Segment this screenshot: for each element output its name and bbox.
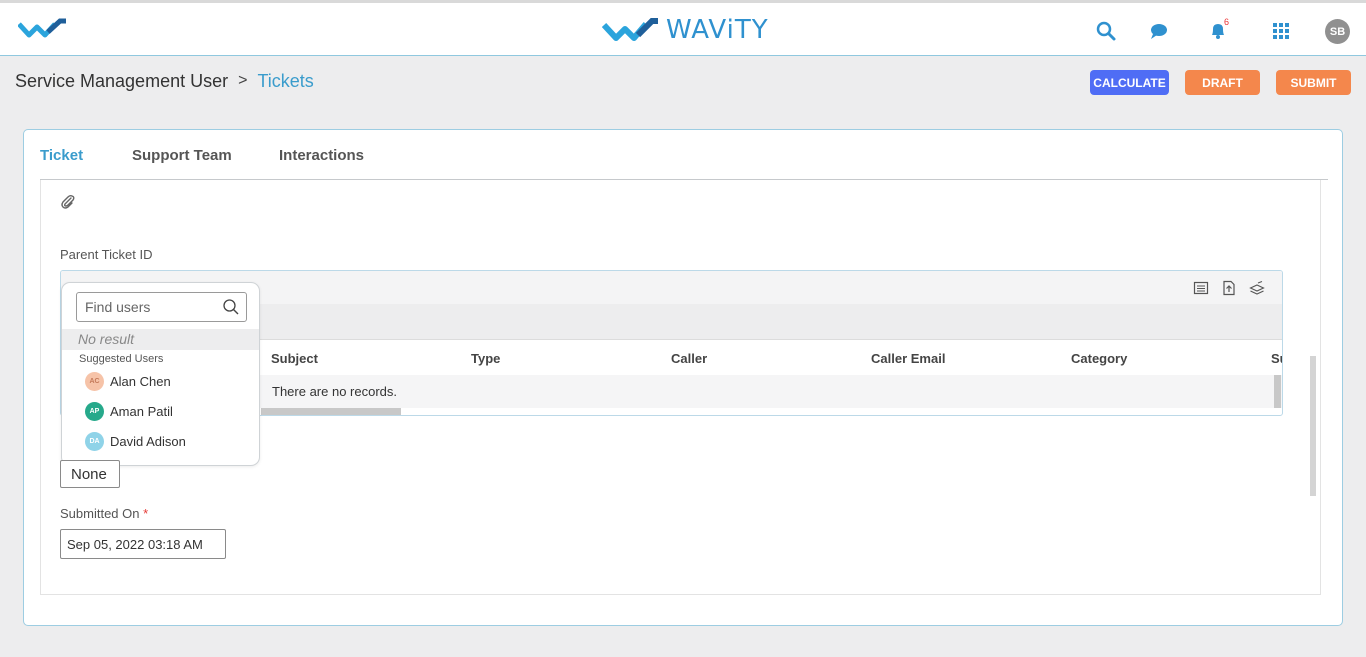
required-marker: * [143, 506, 149, 521]
column-caller-email[interactable]: Caller Email [871, 351, 945, 366]
wavity-logo-icon[interactable] [18, 18, 68, 40]
submitted-on-field[interactable]: Sep 05, 2022 03:18 AM [60, 529, 226, 559]
submit-button[interactable]: SUBMIT [1276, 70, 1351, 95]
notification-count: 6 [1224, 17, 1230, 27]
paperclip-icon[interactable] [60, 194, 76, 210]
breadcrumb: Service Management User > Tickets [15, 71, 314, 92]
user-option-alan-chen[interactable]: AC Alan Chen [85, 372, 171, 391]
apps-grid-icon[interactable] [1270, 20, 1292, 42]
no-records-message: There are no records. [272, 384, 398, 399]
column-type[interactable]: Type [471, 351, 500, 366]
user-avatar: DA [85, 432, 104, 451]
submitted-on-label: Submitted On * [60, 506, 148, 521]
list-view-icon[interactable] [1193, 280, 1209, 296]
none-select[interactable]: None [60, 460, 120, 488]
export-file-icon[interactable] [1221, 280, 1237, 296]
brand-name: WAViTY [666, 15, 769, 45]
user-name: Aman Patil [110, 404, 173, 419]
tab-interactions[interactable]: Interactions [279, 147, 364, 164]
no-result-text: No result [62, 329, 259, 350]
column-category[interactable]: Category [1071, 351, 1127, 366]
search-icon[interactable] [1095, 20, 1117, 42]
grid-vertical-scrollbar[interactable] [1274, 375, 1281, 408]
brand-mark-icon [602, 18, 658, 41]
user-name: Alan Chen [110, 374, 171, 389]
submitted-on-label-text: Submitted On [60, 506, 140, 521]
top-header: WAViTY 6 SB [0, 0, 1366, 56]
breadcrumb-parent[interactable]: Service Management User [15, 71, 228, 92]
column-caller[interactable]: Caller [671, 351, 707, 366]
tab-ticket[interactable]: Ticket [40, 147, 83, 164]
user-option-aman-patil[interactable]: AP Aman Patil [85, 402, 173, 421]
user-avatar: AP [85, 402, 104, 421]
search-icon[interactable] [222, 298, 240, 316]
breadcrumb-current[interactable]: Tickets [257, 71, 313, 92]
user-name: David Adison [110, 434, 186, 449]
draft-button[interactable]: DRAFT [1185, 70, 1260, 95]
user-avatar: AC [85, 372, 104, 391]
calculate-button[interactable]: CALCULATE [1090, 70, 1169, 95]
find-users-input[interactable] [85, 299, 215, 315]
chat-icon[interactable] [1148, 20, 1170, 42]
user-picker-dropdown: No result Suggested Users AC Alan Chen A… [61, 282, 260, 466]
suggested-users-heading: Suggested Users [79, 353, 164, 365]
find-users-box [76, 292, 247, 322]
column-submitted[interactable]: Su [1271, 351, 1282, 366]
user-avatar[interactable]: SB [1325, 19, 1350, 44]
user-option-david-adison[interactable]: DA David Adison [85, 432, 186, 451]
page-scrollbar[interactable] [1310, 356, 1316, 496]
parent-ticket-label: Parent Ticket ID [60, 247, 153, 262]
column-subject[interactable]: Subject [271, 351, 318, 366]
tab-bar: Ticket Support Team Interactions [40, 130, 1328, 180]
breadcrumb-separator: > [238, 72, 248, 89]
tab-support-team[interactable]: Support Team [132, 147, 232, 164]
layers-icon[interactable] [1249, 280, 1265, 296]
brand-logo: WAViTY [602, 15, 769, 45]
grid-horizontal-scrollbar[interactable] [261, 408, 401, 415]
